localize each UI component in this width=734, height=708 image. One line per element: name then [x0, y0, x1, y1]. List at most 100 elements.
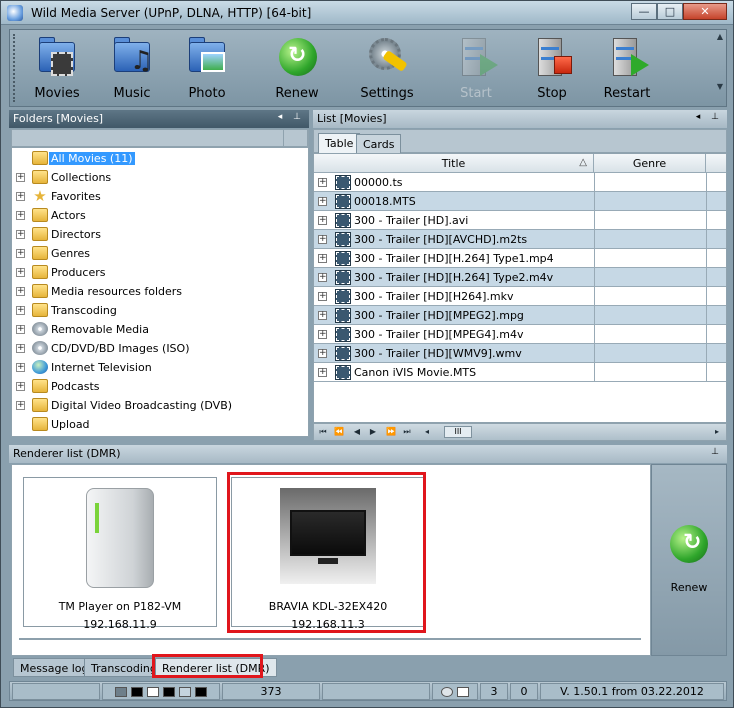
renew-button[interactable]: ↻ Renew [262, 34, 332, 104]
expand-icon[interactable]: + [16, 268, 25, 277]
settings-button[interactable]: Settings [352, 34, 422, 104]
tree-item-upload[interactable]: Upload [12, 415, 308, 434]
window-controls: — □ ✕ [631, 3, 727, 21]
tree-item-dvb[interactable]: + Digital Video Broadcasting (DVB) [12, 396, 308, 415]
expand-icon[interactable]: + [318, 178, 327, 187]
expand-icon[interactable]: + [16, 192, 25, 201]
prev-record-button[interactable]: ◀ [350, 425, 364, 439]
tree-item-internet-television[interactable]: + Internet Television [12, 358, 308, 377]
main-toolbar: Movies ♫ Music Photo ↻ Renew Settings St… [9, 29, 727, 107]
table-row[interactable]: + 300 - Trailer [HD][AVCHD].m2ts [314, 230, 726, 249]
tree-item-removable-media[interactable]: + Removable Media [12, 320, 308, 339]
expand-icon[interactable]: + [16, 401, 25, 410]
tree-item-cd-dvd-bd-images[interactable]: + CD/DVD/BD Images (ISO) [12, 339, 308, 358]
folders-toolbar-strip [11, 129, 309, 147]
sort-ascending-icon: △ [579, 157, 587, 168]
table-row[interactable]: + 300 - Trailer [HD][H264].mkv [314, 287, 726, 306]
column-genre[interactable]: Genre [594, 154, 706, 173]
tree-item-producers[interactable]: + Producers [12, 263, 308, 282]
restart-button[interactable]: Restart [592, 34, 662, 104]
expand-icon[interactable]: + [318, 368, 327, 377]
expand-icon[interactable]: + [318, 330, 327, 339]
folder-icon [32, 227, 48, 241]
tree-item-collections[interactable]: + Collections [12, 168, 308, 187]
tree-item-podcasts[interactable]: + Podcasts [12, 377, 308, 396]
renderer-panel-pin-icon[interactable]: ⊥ [711, 447, 723, 457]
tree-item-actors[interactable]: + Actors [12, 206, 308, 225]
table-row[interactable]: + 00018.MTS [314, 192, 726, 211]
photo-button[interactable]: Photo [172, 34, 242, 104]
stop-button[interactable]: Stop [517, 34, 587, 104]
tree-item-genres[interactable]: + Genres [12, 244, 308, 263]
table-row[interactable]: + 300 - Trailer [HD][MPEG4].m4v [314, 325, 726, 344]
close-button[interactable]: ✕ [683, 3, 727, 20]
start-button[interactable]: Start [441, 34, 511, 104]
horizontal-scroll-thumb[interactable]: III [444, 426, 472, 438]
table-row[interactable]: + 300 - Trailer [HD][MPEG2].mpg [314, 306, 726, 325]
table-row[interactable]: + 00000.ts [314, 173, 726, 192]
expand-icon[interactable]: + [16, 325, 25, 334]
tree-item-label: Actors [51, 209, 86, 222]
expand-icon[interactable]: + [318, 254, 327, 263]
expand-icon[interactable]: + [318, 235, 327, 244]
tab-cards[interactable]: Cards [356, 134, 402, 154]
expand-icon[interactable]: + [16, 363, 25, 372]
row-title: 300 - Trailer [HD][AVCHD].m2ts [354, 233, 528, 246]
prev-page-button[interactable]: ⏪ [332, 425, 346, 439]
maximize-button[interactable]: □ [657, 3, 683, 20]
tree-item-all-movies[interactable]: All Movies (11) [12, 149, 308, 168]
next-record-button[interactable]: ▶ [366, 425, 380, 439]
folder-icon [32, 246, 48, 260]
table-row[interactable]: + 300 - Trailer [HD][WMV9].wmv [314, 344, 726, 363]
expand-icon[interactable]: + [16, 211, 25, 220]
tree-item-favorites[interactable]: + ★ Favorites [12, 187, 308, 206]
toolbar-scroll-arrows[interactable]: ▲ ▼ [716, 32, 724, 92]
expand-icon[interactable]: + [16, 287, 25, 296]
expand-icon[interactable]: + [16, 306, 25, 315]
status-bar: 373 3 0 V. 1.50.1 from 03.22.2012 [9, 681, 727, 701]
table-row[interactable]: + 300 - Trailer [HD][H.264] Type1.mp4 [314, 249, 726, 268]
first-record-button[interactable]: ⏮ [316, 425, 330, 439]
expand-icon[interactable]: + [318, 216, 327, 225]
tree-item-directors[interactable]: + Directors [12, 225, 308, 244]
expand-icon[interactable]: + [318, 311, 327, 320]
selected-renderer-highlight [227, 472, 426, 633]
folders-panel-pin-icon[interactable]: ◂ ⊥ [278, 112, 305, 122]
column-title[interactable]: Title △ [314, 154, 594, 173]
scroll-left-button[interactable]: ◂ [420, 425, 434, 439]
toolbar-grip[interactable] [13, 34, 16, 102]
media-server-device-icon [86, 488, 154, 588]
tree-item-media-resources-folders[interactable]: + Media resources folders [12, 282, 308, 301]
scroll-right-button[interactable]: ▸ [710, 425, 724, 439]
server-start-icon [454, 34, 498, 78]
expand-icon[interactable]: + [16, 382, 25, 391]
next-page-button[interactable]: ⏩ [384, 425, 398, 439]
expand-icon[interactable]: + [16, 173, 25, 182]
renderer-card[interactable]: TM Player on P182-VM 192.168.11.9 [23, 477, 217, 631]
expand-icon[interactable]: + [318, 292, 327, 301]
table-row[interactable]: + 300 - Trailer [HD][H.264] Type2.m4v [314, 268, 726, 287]
video-file-icon [335, 365, 351, 380]
renew-renderers-button[interactable]: ↻ Renew [651, 464, 727, 656]
expand-icon[interactable]: + [318, 273, 327, 282]
expand-icon[interactable]: + [16, 249, 25, 258]
status-cell [12, 683, 100, 700]
table-row[interactable]: + 300 - Trailer [HD].avi [314, 211, 726, 230]
last-record-button[interactable]: ⏭ [400, 425, 414, 439]
tree-item-label: All Movies (11) [49, 152, 135, 165]
expand-icon[interactable]: + [16, 344, 25, 353]
tree-item-transcoding[interactable]: + Transcoding [12, 301, 308, 320]
expand-icon[interactable]: + [16, 230, 25, 239]
status-count: 373 [222, 683, 320, 700]
minimize-button[interactable]: — [631, 3, 657, 20]
music-button[interactable]: ♫ Music [97, 34, 167, 104]
movies-button[interactable]: Movies [22, 34, 92, 104]
start-label: Start [460, 86, 492, 101]
list-panel-pin-icon[interactable]: ◂ ⊥ [696, 112, 723, 122]
status-cell [322, 683, 430, 700]
table-row[interactable]: + Canon iVIS Movie.MTS [314, 363, 726, 382]
expand-icon[interactable]: + [318, 197, 327, 206]
expand-icon[interactable]: + [318, 349, 327, 358]
tab-table[interactable]: Table [318, 133, 361, 154]
video-file-icon [335, 270, 351, 285]
